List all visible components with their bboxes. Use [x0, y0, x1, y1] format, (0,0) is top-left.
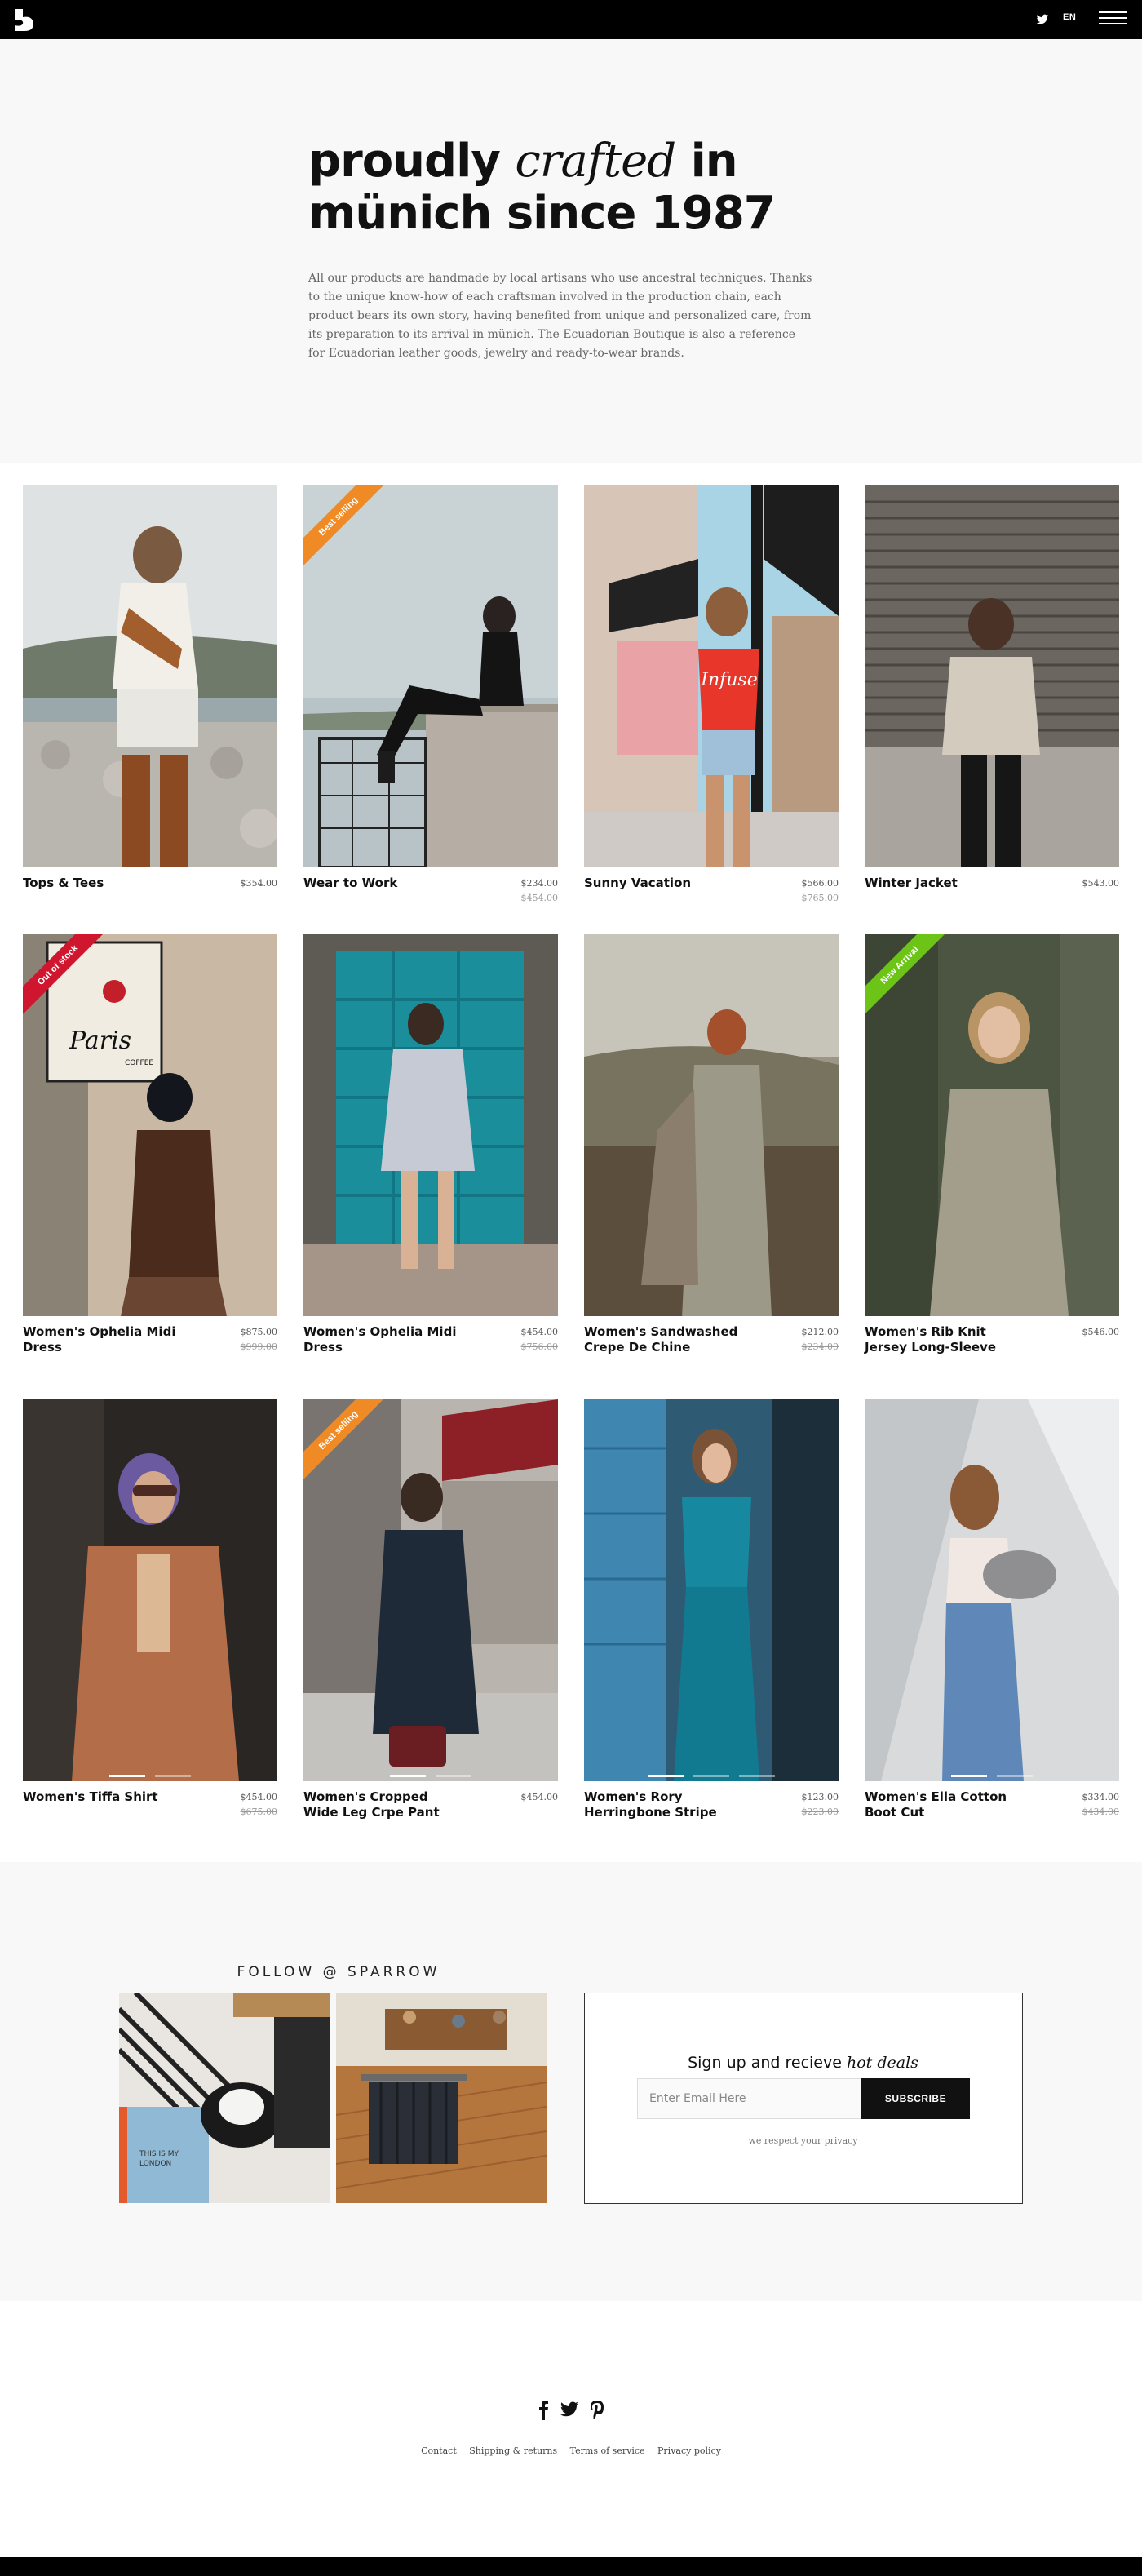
product-name[interactable]: Women's Ophelia Midi Dress [23, 1324, 178, 1355]
hero-title-line2: münich since 1987 [308, 187, 776, 240]
product-name[interactable]: Women's Ella Cotton Boot Cut [865, 1789, 1020, 1820]
product-image[interactable]: Infuse [584, 485, 839, 867]
hero-title: proudly crafted in münich since 1987 [308, 135, 863, 240]
product-image[interactable]: Best selling [303, 485, 558, 867]
hero-title-italic: crafted [515, 135, 676, 188]
image-carousel-dots[interactable] [584, 1767, 839, 1781]
image-carousel-dots[interactable] [303, 1767, 558, 1781]
footer: Contact Shipping & returns Terms of serv… [0, 2301, 1142, 2557]
product-image[interactable] [23, 1399, 277, 1781]
footer-link-privacy[interactable]: Privacy policy [657, 2445, 721, 2456]
bottom-bar [0, 2557, 1142, 2576]
product-price: $334.00 $434.00 [1082, 1790, 1120, 1820]
hero-section: proudly crafted in münich since 1987 All… [0, 39, 1142, 463]
current-price: $566.00 [801, 878, 839, 889]
email-input[interactable] [637, 2078, 861, 2119]
product-name[interactable]: Women's Sandwashed Crepe De Chine [584, 1324, 739, 1355]
current-price: $875.00 [240, 1327, 278, 1337]
current-price: $234.00 [520, 878, 559, 889]
svg-text:Paris: Paris [69, 1026, 131, 1055]
product-image[interactable]: New Arrival [865, 934, 1119, 1316]
pinterest-icon[interactable] [587, 2399, 607, 2420]
product-image[interactable] [865, 485, 1119, 867]
svg-text:LONDON: LONDON [139, 2160, 171, 2168]
facebook-icon[interactable] [533, 2399, 553, 2420]
product-image[interactable]: Paris COFFEE Out of stock [23, 934, 277, 1316]
sparrow-logo-icon[interactable] [10, 6, 38, 33]
product-image[interactable]: Best selling [303, 1399, 558, 1781]
product-price: $566.00 $765.00 [802, 876, 839, 906]
product-price: $123.00 $223.00 [802, 1790, 839, 1820]
current-price: $334.00 [1082, 1792, 1120, 1802]
product-name[interactable]: Sunny Vacation [584, 876, 739, 891]
old-price: $223.00 [801, 1807, 839, 1817]
follow-signup-section: FOLLOW @ SPARROW THIS IS MY LONDON Sign … [0, 1862, 1142, 2301]
current-price: $212.00 [801, 1327, 839, 1337]
product-name[interactable]: Women's Cropped Wide Leg Crpe Pant [303, 1789, 458, 1820]
current-price: $543.00 [1082, 878, 1120, 889]
product-price: $454.00 [521, 1790, 559, 1805]
old-price: $675.00 [240, 1807, 278, 1817]
top-navigation-bar: EN [0, 0, 1142, 39]
old-price: $999.00 [240, 1341, 278, 1352]
old-price: $234.00 [801, 1341, 839, 1352]
newsletter-signup-box: Sign up and recieve hot deals SUBSCRIBE … [584, 1993, 1023, 2204]
svg-text:COFFEE: COFFEE [125, 1059, 153, 1067]
svg-text:THIS IS MY: THIS IS MY [139, 2150, 179, 2158]
product-image[interactable] [303, 934, 558, 1316]
footer-link-terms[interactable]: Terms of service [570, 2445, 645, 2456]
product-name[interactable]: Women's Rory Herringbone Stripe [584, 1789, 739, 1820]
product-image[interactable] [23, 485, 277, 867]
image-carousel-dots[interactable] [23, 1767, 277, 1781]
product-image[interactable] [584, 1399, 839, 1781]
product-image[interactable] [584, 934, 839, 1316]
product-name[interactable]: Women's Rib Knit Jersey Long-Sleeve [865, 1324, 1020, 1355]
product-name[interactable]: Tops & Tees [23, 876, 178, 891]
product-price: $543.00 [1082, 876, 1120, 891]
image-carousel-dots[interactable] [865, 1767, 1119, 1781]
signup-title: Sign up and recieve hot deals [585, 2054, 1021, 2072]
current-price: $546.00 [1082, 1327, 1120, 1337]
hero-title-part2: in [690, 135, 738, 188]
product-name[interactable]: Women's Ophelia Midi Dress [303, 1324, 458, 1355]
privacy-note: we respect your privacy [748, 2135, 858, 2146]
instagram-photo[interactable]: THIS IS MY LONDON [119, 1993, 330, 2203]
current-price: $454.00 [520, 1327, 559, 1337]
product-name[interactable]: Women's Tiffa Shirt [23, 1789, 178, 1805]
twitter-icon[interactable] [560, 2399, 579, 2420]
language-selector[interactable]: EN [1063, 12, 1076, 22]
old-price: $765.00 [801, 893, 839, 903]
product-price: $546.00 [1082, 1325, 1120, 1340]
current-price: $454.00 [520, 1792, 559, 1802]
social-links [533, 2399, 615, 2423]
product-price: $212.00 $234.00 [802, 1325, 839, 1355]
product-price: $454.00 $675.00 [241, 1790, 278, 1820]
product-name[interactable]: Wear to Work [303, 876, 458, 891]
svg-text:Infuse: Infuse [700, 670, 757, 690]
footer-link-contact[interactable]: Contact [421, 2445, 457, 2456]
hero-title-part1: proudly [308, 135, 501, 188]
old-price: $756.00 [520, 1341, 559, 1352]
subscribe-button[interactable]: SUBSCRIBE [861, 2078, 970, 2119]
current-price: $454.00 [240, 1792, 278, 1802]
hamburger-menu-icon[interactable] [1099, 11, 1127, 28]
signup-title-italic: hot deals [846, 2054, 918, 2072]
hero-description: All our products are handmade by local a… [308, 272, 812, 360]
instagram-photo[interactable] [336, 1993, 547, 2203]
current-price: $123.00 [801, 1792, 839, 1802]
old-price: $434.00 [1082, 1807, 1120, 1817]
product-price: $234.00 $454.00 [521, 876, 559, 906]
product-price: $875.00 $999.00 [241, 1325, 278, 1355]
follow-title: FOLLOW @ SPARROW [237, 1964, 440, 1980]
footer-link-shipping-returns[interactable]: Shipping & returns [469, 2445, 557, 2456]
footer-links: Contact Shipping & returns Terms of serv… [0, 2445, 1142, 2456]
product-price: $454.00 $756.00 [521, 1325, 559, 1355]
current-price: $354.00 [240, 878, 278, 889]
product-image[interactable] [865, 1399, 1119, 1781]
old-price: $454.00 [520, 893, 559, 903]
twitter-icon[interactable] [1036, 13, 1049, 26]
signup-title-text: Sign up and recieve [688, 2054, 842, 2072]
product-name[interactable]: Winter Jacket [865, 876, 1020, 891]
product-price: $354.00 [241, 876, 278, 891]
